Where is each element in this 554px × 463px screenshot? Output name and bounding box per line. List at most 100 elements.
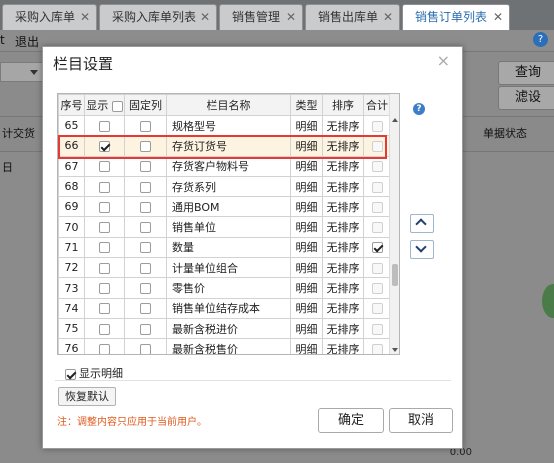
tab-purchase-receipt-list[interactable]: 采购入库单列表 ✕ — [99, 4, 217, 30]
filter-select[interactable] — [0, 62, 44, 82]
show-checkbox[interactable] — [99, 303, 110, 315]
help-icon[interactable]: ? — [533, 32, 548, 47]
show-checkbox[interactable] — [99, 120, 110, 132]
show-cell[interactable] — [84, 216, 125, 238]
restore-default-button[interactable]: 恢复默认 — [58, 387, 116, 406]
column-sort[interactable]: 无排序 — [322, 236, 364, 259]
column-sort[interactable]: 无排序 — [322, 257, 364, 279]
show-detail-option[interactable]: 显示明细 — [65, 365, 123, 381]
table-row[interactable]: 76 最新含税售价 明细 无排序 — [58, 338, 391, 354]
tab-sales-order-list[interactable]: 销售订单列表 ✕ — [402, 4, 510, 30]
move-down-button[interactable] — [410, 240, 434, 259]
ok-button[interactable]: 确定 — [318, 408, 384, 433]
fixed-column-checkbox[interactable] — [140, 161, 151, 173]
total-cell[interactable] — [363, 155, 391, 177]
show-checkbox[interactable] — [99, 181, 110, 193]
table-row[interactable]: 67 存货客户物料号 明细 无排序 — [58, 155, 391, 177]
total-cell[interactable] — [363, 236, 391, 259]
total-cell[interactable] — [363, 317, 391, 340]
help-icon[interactable]: ? — [413, 103, 425, 115]
fixed-cell[interactable] — [124, 277, 167, 299]
close-icon[interactable]: × — [437, 51, 450, 70]
total-cell[interactable] — [363, 196, 391, 218]
show-detail-checkbox[interactable] — [65, 368, 76, 380]
fixed-column-checkbox[interactable] — [140, 262, 151, 274]
total-checkbox[interactable] — [371, 343, 383, 354]
column-sort[interactable]: 无排序 — [322, 135, 364, 157]
exit-button[interactable]: 退出 — [15, 33, 39, 50]
close-icon[interactable]: ✕ — [493, 5, 503, 30]
table-row[interactable]: 69 通用BOM 明细 无排序 — [58, 196, 391, 218]
fixed-column-checkbox[interactable] — [140, 120, 151, 132]
show-cell[interactable] — [84, 135, 125, 157]
fixed-column-checkbox[interactable] — [140, 343, 151, 354]
fixed-cell[interactable] — [124, 175, 167, 198]
total-checkbox[interactable] — [371, 242, 383, 254]
fixed-cell[interactable] — [124, 216, 167, 238]
show-cell[interactable] — [84, 257, 125, 279]
fixed-column-checkbox[interactable] — [140, 303, 151, 315]
scroll-down-icon[interactable] — [392, 348, 398, 352]
show-cell[interactable] — [84, 114, 125, 137]
fixed-column-checkbox[interactable] — [140, 181, 151, 193]
table-row[interactable]: 74 销售单位结存成本 明细 无排序 — [58, 297, 391, 319]
show-cell[interactable] — [84, 277, 125, 299]
total-cell[interactable] — [363, 135, 391, 157]
column-sort[interactable]: 无排序 — [322, 114, 364, 137]
column-sort[interactable]: 无排序 — [322, 216, 364, 238]
table-row[interactable]: 66 存货订货号 明细 无排序 — [58, 135, 391, 157]
show-checkbox[interactable] — [99, 161, 110, 173]
show-checkbox[interactable] — [99, 343, 110, 354]
table-row[interactable]: 71 数量 明细 无排序 — [58, 236, 391, 259]
table-row[interactable]: 65 规格型号 明细 无排序 — [58, 114, 391, 137]
scroll-thumb[interactable] — [392, 264, 398, 286]
total-cell[interactable] — [363, 277, 391, 299]
show-cell[interactable] — [84, 175, 125, 198]
show-cell[interactable] — [84, 196, 125, 218]
table-row[interactable]: 73 零售价 明细 无排序 — [58, 277, 391, 299]
fixed-cell[interactable] — [124, 338, 167, 354]
fixed-column-checkbox[interactable] — [140, 222, 151, 234]
close-icon[interactable]: ✕ — [80, 5, 90, 30]
show-cell[interactable] — [84, 317, 125, 340]
table-row[interactable]: 72 计量单位组合 明细 无排序 — [58, 257, 391, 279]
tab-sales-outbound[interactable]: 销售出库单 ✕ — [305, 4, 400, 30]
show-cell[interactable] — [84, 338, 125, 354]
total-cell[interactable] — [363, 297, 391, 319]
total-cell[interactable] — [363, 257, 391, 279]
total-checkbox[interactable] — [371, 303, 383, 315]
show-cell[interactable] — [84, 155, 125, 177]
total-checkbox[interactable] — [371, 201, 383, 213]
total-checkbox[interactable] — [371, 181, 383, 193]
table-row[interactable]: 68 存货系列 明细 无排序 — [58, 175, 391, 198]
fixed-cell[interactable] — [124, 196, 167, 218]
show-checkbox[interactable] — [99, 242, 110, 254]
column-sort[interactable]: 无排序 — [322, 317, 364, 340]
fixed-cell[interactable] — [124, 297, 167, 319]
total-cell[interactable] — [363, 114, 391, 137]
fixed-cell[interactable] — [124, 236, 167, 259]
column-sort[interactable]: 无排序 — [322, 196, 364, 218]
tab-sales-management[interactable]: 销售管理 ✕ — [219, 4, 303, 30]
fixed-cell[interactable] — [124, 155, 167, 177]
column-sort[interactable]: 无排序 — [322, 175, 364, 198]
show-checkbox[interactable] — [99, 283, 110, 295]
cancel-button[interactable]: 取消 — [389, 408, 453, 433]
show-checkbox[interactable] — [99, 323, 110, 335]
column-sort[interactable]: 无排序 — [322, 297, 364, 319]
fixed-column-checkbox[interactable] — [140, 201, 151, 213]
show-checkbox[interactable] — [99, 201, 110, 213]
show-cell[interactable] — [84, 236, 125, 259]
total-cell[interactable] — [363, 175, 391, 198]
show-cell[interactable] — [84, 297, 125, 319]
total-checkbox[interactable] — [371, 161, 383, 173]
table-row[interactable]: 75 最新含税进价 明细 无排序 — [58, 317, 391, 340]
table-row[interactable]: 70 销售单位 明细 无排序 — [58, 216, 391, 238]
total-checkbox[interactable] — [371, 222, 383, 234]
filter-settings-button[interactable]: 滤设 — [498, 86, 554, 110]
fixed-column-checkbox[interactable] — [140, 283, 151, 295]
fixed-column-checkbox[interactable] — [140, 242, 151, 254]
total-checkbox[interactable] — [371, 283, 383, 295]
fixed-cell[interactable] — [124, 257, 167, 279]
total-checkbox[interactable] — [371, 262, 383, 274]
